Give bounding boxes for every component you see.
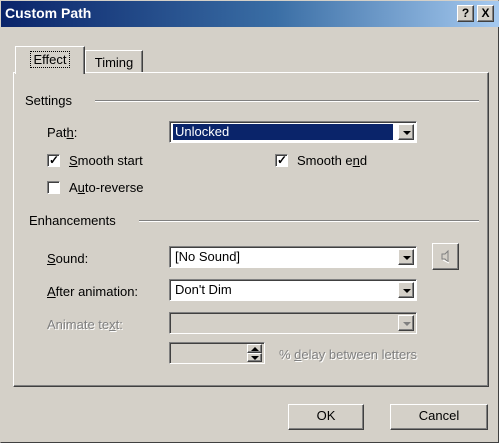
after-animation-label: After animation: (47, 284, 139, 299)
auto-reverse-checkbox[interactable] (47, 181, 60, 194)
after-animation-dropdown[interactable]: Don't Dim (169, 279, 417, 301)
smooth-start-checkbox[interactable]: ✓ (47, 154, 60, 167)
tab-effect[interactable]: Effect (15, 46, 85, 74)
animate-text-selected-value (173, 315, 177, 331)
sound-selected-value: [No Sound] (175, 249, 241, 264)
chevron-down-icon (403, 256, 411, 260)
after-animation-selected-value: Don't Dim (175, 282, 232, 297)
spin-up-button[interactable] (247, 344, 262, 353)
auto-reverse-label[interactable]: Auto-reverse (69, 180, 143, 195)
title-bar[interactable]: Custom Path ? X (1, 1, 499, 27)
smooth-end-checkbox[interactable]: ✓ (275, 154, 288, 167)
effect-tab-panel (13, 72, 489, 387)
chevron-down-icon (403, 322, 411, 326)
sound-preview-button[interactable] (432, 243, 459, 270)
help-icon: ? (461, 6, 470, 20)
delay-between-letters-label: % delay between letters (279, 347, 418, 362)
chevron-down-icon (403, 289, 411, 293)
tab-effect-label: Effect (30, 51, 70, 68)
settings-divider (95, 100, 479, 102)
speaker-icon (441, 249, 450, 264)
enhancements-group-title: Enhancements (29, 213, 120, 228)
settings-group-title: Settings (25, 93, 76, 108)
checkmark-icon: ✓ (49, 153, 60, 167)
cancel-button[interactable]: Cancel (390, 404, 488, 430)
close-icon: X (481, 6, 490, 20)
tab-timing-label: Timing (94, 55, 134, 70)
path-label: Path: (47, 125, 78, 140)
animate-text-label: Animate text: (47, 317, 123, 332)
path-dropdown[interactable]: Unlocked (169, 121, 417, 143)
animate-text-dropdown-arrow[interactable] (398, 315, 414, 331)
animate-text-dropdown[interactable] (169, 312, 417, 334)
sound-label: Sound: (47, 251, 89, 266)
window-title: Custom Path (5, 5, 92, 21)
smooth-end-label[interactable]: Smooth end (297, 153, 367, 168)
after-animation-dropdown-arrow[interactable] (398, 282, 414, 298)
tab-timing[interactable]: Timing (85, 50, 143, 72)
chevron-down-icon (251, 356, 259, 360)
ok-button[interactable]: OK (288, 404, 364, 430)
help-button[interactable]: ? (457, 5, 474, 22)
checkmark-icon: ✓ (277, 153, 288, 167)
smooth-start-label[interactable]: Smooth start (69, 153, 143, 168)
close-button[interactable]: X (477, 5, 494, 22)
chevron-down-icon (403, 131, 411, 135)
delay-spinner[interactable] (169, 342, 265, 364)
enhancements-divider (139, 220, 479, 222)
sound-dropdown-arrow[interactable] (398, 249, 414, 265)
spin-down-button[interactable] (247, 353, 262, 362)
sound-dropdown[interactable]: [No Sound] (169, 246, 417, 268)
ok-button-label: OK (316, 408, 336, 423)
delay-value (173, 345, 177, 361)
cancel-button-label: Cancel (418, 408, 460, 423)
path-selected-value: Unlocked (173, 124, 393, 140)
custom-path-dialog: Custom Path ? X Timing Effect Settings P… (0, 0, 499, 443)
chevron-up-icon (251, 347, 259, 351)
path-dropdown-arrow[interactable] (398, 124, 414, 140)
